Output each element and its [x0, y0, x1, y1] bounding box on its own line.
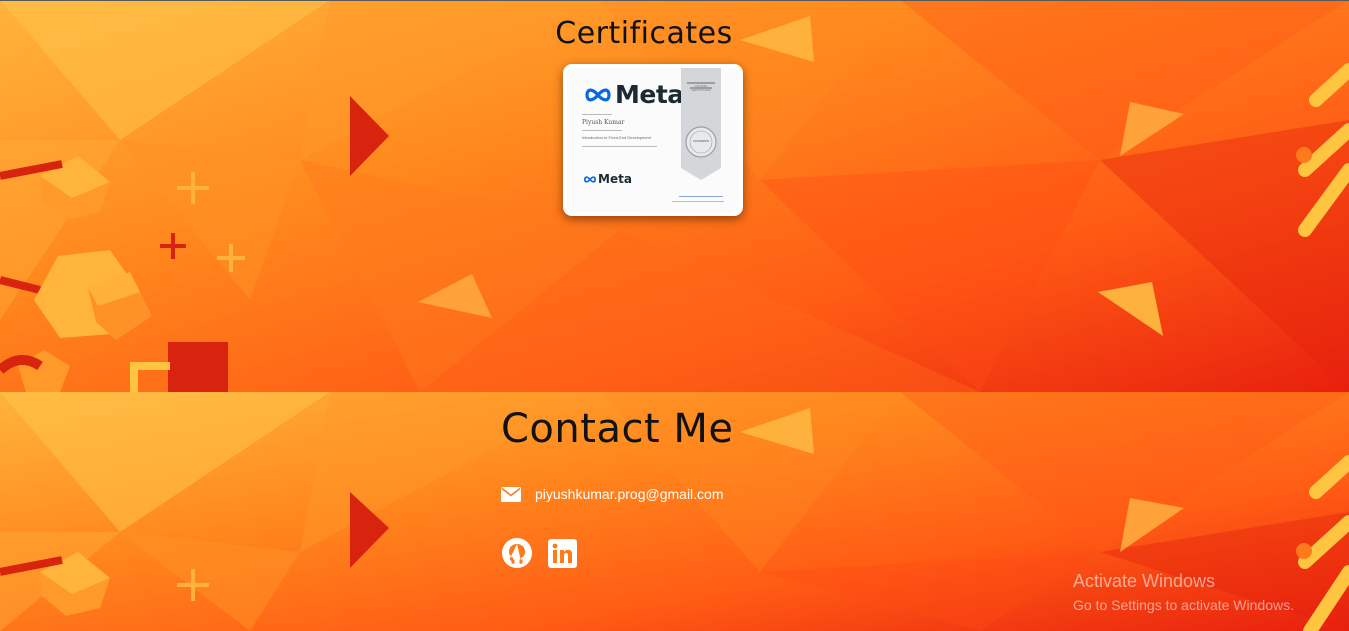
email-link[interactable]: piyushkumar.prog@gmail.com — [535, 486, 724, 502]
ribbon-label: COURSE CERTIFICATE — [691, 84, 711, 92]
verify-link-line — [679, 196, 723, 197]
certificates-title: Certificates — [555, 16, 733, 51]
meta-footer-logo: Meta — [583, 172, 632, 186]
fine-print-line — [582, 146, 657, 147]
contact-section: Contact Me piyushkumar.prog@gmail.com — [0, 392, 1349, 631]
meta-infinity-icon — [585, 88, 611, 101]
seal-label: coursera — [693, 138, 709, 143]
certificate-recipient: Piyush Kumar — [582, 119, 625, 126]
meta-footer-text: Meta — [598, 172, 632, 186]
email-row[interactable]: piyushkumar.prog@gmail.com — [501, 486, 724, 502]
fine-print-line — [582, 114, 612, 115]
fine-print-line — [582, 130, 622, 131]
envelope-icon — [501, 486, 521, 502]
meta-infinity-small-icon — [584, 175, 596, 183]
meta-logo: Meta — [583, 80, 684, 109]
github-icon[interactable] — [501, 537, 533, 569]
certificate-course: Introduction to Front-End Development — [582, 135, 651, 140]
activate-windows-title: Activate Windows — [1073, 571, 1216, 591]
contact-title: Contact Me — [501, 406, 734, 452]
certificate-card[interactable]: Meta COURSE CERTIFICATE coursera Piyush … — [563, 64, 743, 216]
activate-windows-subtitle: Go to Settings to activate Windows. — [1073, 597, 1294, 613]
linkedin-icon[interactable] — [548, 539, 577, 568]
meta-logo-text: Meta — [615, 80, 684, 109]
fine-print-line — [672, 201, 724, 202]
certificates-section: Certificates Meta COURSE CERTIFICATE cou… — [0, 0, 1349, 392]
certificate-image: Meta COURSE CERTIFICATE coursera Piyush … — [567, 68, 739, 212]
top-border — [0, 0, 1349, 1]
